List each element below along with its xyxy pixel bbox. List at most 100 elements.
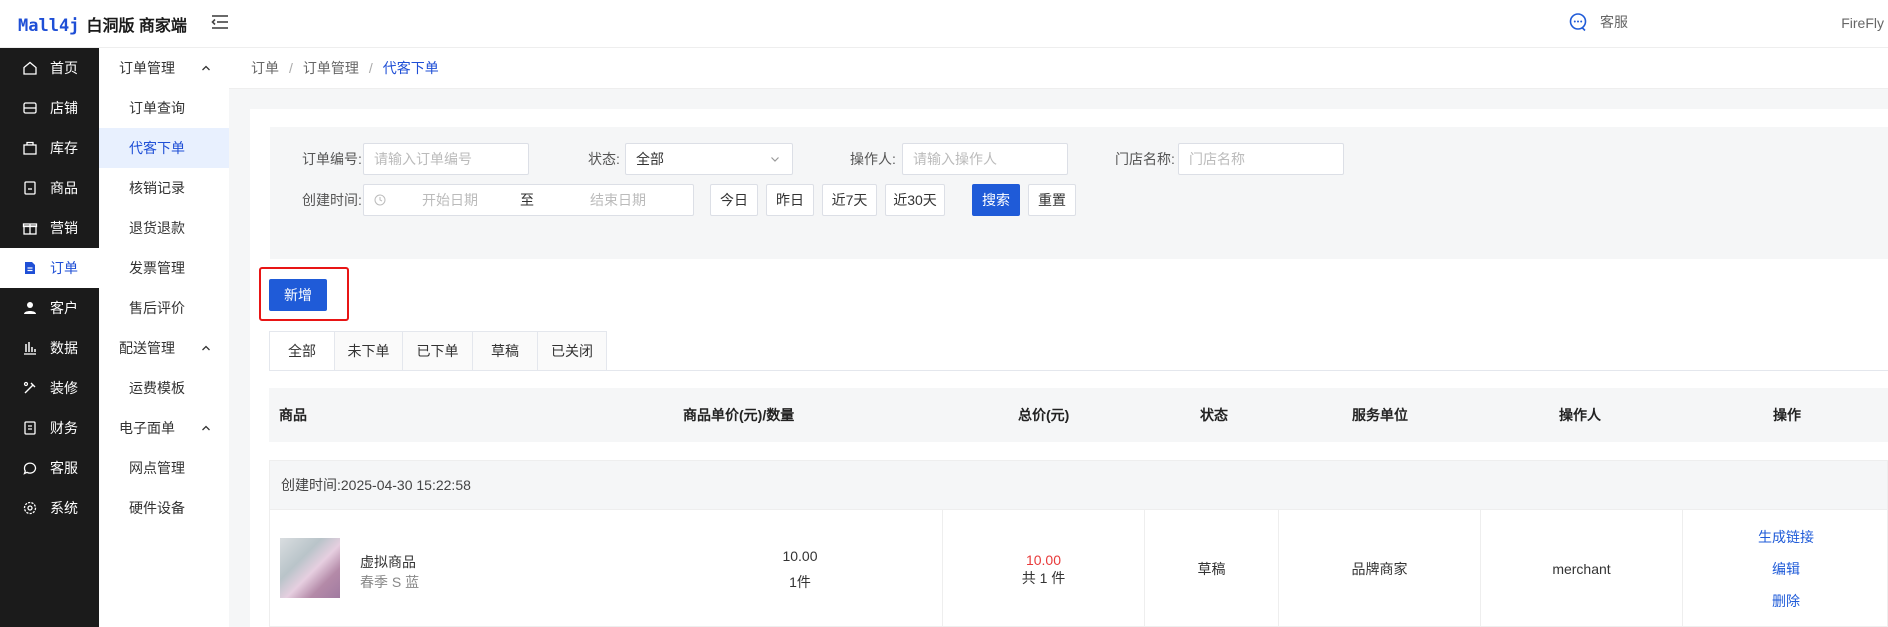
column-header-actions: 操作 xyxy=(1773,407,1801,423)
main-sidebar: 首页 店铺 库存 商品 营销 订单 客户 数据 装修 财务 客服 系统 xyxy=(0,48,99,627)
user-name[interactable]: FireFly xyxy=(1841,15,1884,31)
order-status: 草稿 xyxy=(1197,560,1226,577)
subnav-group-order-management[interactable]: 订单管理 xyxy=(99,48,229,88)
delete-button[interactable]: 删除 xyxy=(1772,585,1800,617)
logo: Mall4j 白洞版 商家端 xyxy=(18,12,187,36)
tab-not-ordered[interactable]: 未下单 xyxy=(335,331,403,371)
date-range-picker[interactable]: 开始日期 至 结束日期 xyxy=(363,184,694,216)
tab-draft[interactable]: 草稿 xyxy=(473,331,538,371)
edit-button[interactable]: 编辑 xyxy=(1772,553,1800,585)
store-icon xyxy=(23,102,37,114)
table-header: 商品 商品单价(元)/数量 总价(元) 状态 服务单位 操作人 操作 xyxy=(269,388,1888,442)
subnav-group-label: 配送管理 xyxy=(119,340,175,356)
sidebar-item-decoration[interactable]: 装修 xyxy=(0,368,99,408)
chevron-up-icon xyxy=(202,345,210,351)
subnav-item-shipping-templates[interactable]: 运费模板 xyxy=(99,368,229,408)
subnav-group-label: 电子面单 xyxy=(119,420,175,436)
store-name-input[interactable]: 门店名称 xyxy=(1178,143,1344,175)
sidebar-item-system[interactable]: 系统 xyxy=(0,488,99,528)
decorate-icon xyxy=(23,381,36,394)
status-select-value: 全部 xyxy=(636,151,664,167)
column-header-operator: 操作人 xyxy=(1559,407,1601,423)
tabs-divider xyxy=(269,370,1888,371)
chart-icon xyxy=(24,342,36,355)
subnav-group-label: 订单管理 xyxy=(119,60,175,76)
unit-price-cell: 10.00 1件 xyxy=(600,510,1000,627)
today-button[interactable]: 今日 xyxy=(710,184,758,216)
order-no-label: 订单编号: xyxy=(302,151,362,167)
reset-button[interactable]: 重置 xyxy=(1028,184,1076,216)
subnav-item-proxy-order[interactable]: 代客下单 xyxy=(99,128,229,168)
column-header-unit-price: 商品单价(元)/数量 xyxy=(683,407,795,423)
operator-label: 操作人: xyxy=(850,151,896,167)
column-header-status: 状态 xyxy=(1200,407,1228,423)
status-label: 状态: xyxy=(588,151,620,167)
sidebar-item-product[interactable]: 商品 xyxy=(0,168,99,208)
product-icon xyxy=(24,181,36,195)
actions-cell: 生成链接 编辑 删除 xyxy=(1682,510,1888,627)
subnav-group-delivery-management[interactable]: 配送管理 xyxy=(99,328,229,368)
status-select[interactable]: 全部 xyxy=(625,143,793,175)
subnav-item-verification-records[interactable]: 核销记录 xyxy=(99,168,229,208)
inventory-icon xyxy=(23,141,37,155)
sidebar-item-data[interactable]: 数据 xyxy=(0,328,99,368)
tab-closed[interactable]: 已关闭 xyxy=(538,331,607,371)
collapse-menu-icon[interactable] xyxy=(210,12,230,32)
last-7-days-button[interactable]: 近7天 xyxy=(822,184,877,216)
user-icon xyxy=(24,302,36,314)
breadcrumb-item[interactable]: 订单管理 xyxy=(303,58,359,78)
breadcrumb-current: 代客下单 xyxy=(382,60,439,76)
operator-input[interactable]: 请输入操作人 xyxy=(902,143,1068,175)
sidebar-item-store[interactable]: 店铺 xyxy=(0,88,99,128)
sidebar-item-service[interactable]: 客服 xyxy=(0,448,99,488)
add-order-button[interactable]: 新增 xyxy=(269,279,327,311)
main-content: 订单编号: 请输入订单编号 状态: 全部 操作人: 请输入操作人 门店名称: 门… xyxy=(250,109,1888,627)
column-header-product: 商品 xyxy=(279,407,307,423)
order-group-header: 创建时间:2025-04-30 15:22:58 xyxy=(269,460,1888,510)
customer-service-link[interactable]: 客服 xyxy=(1568,12,1628,32)
unit-price: 10.00 xyxy=(782,547,818,564)
chevron-down-icon xyxy=(771,157,779,162)
generate-link-button[interactable]: 生成链接 xyxy=(1758,521,1814,553)
search-button[interactable]: 搜索 xyxy=(972,184,1020,216)
sidebar-item-label: 数据 xyxy=(50,340,78,356)
sidebar-item-marketing[interactable]: 营销 xyxy=(0,208,99,248)
chevron-up-icon xyxy=(202,65,210,71)
sidebar-item-label: 客户 xyxy=(50,300,78,316)
tab-all[interactable]: 全部 xyxy=(269,331,335,371)
sidebar-item-order[interactable]: 订单 xyxy=(0,248,99,288)
subnav-item-invoice-management[interactable]: 发票管理 xyxy=(99,248,229,288)
service-unit-cell: 品牌商家 xyxy=(1278,510,1480,627)
product-name: 虚拟商品 xyxy=(360,554,416,570)
order-no-input[interactable]: 请输入订单编号 xyxy=(363,143,529,175)
total-cell: 10.00 共 1 件 xyxy=(942,510,1144,627)
end-date-input[interactable]: 结束日期 xyxy=(590,190,646,210)
store-name-label: 门店名称: xyxy=(1115,151,1175,167)
subnav-item-after-sales-reviews[interactable]: 售后评价 xyxy=(99,288,229,328)
subnav-item-returns-refunds[interactable]: 退货退款 xyxy=(99,208,229,248)
sidebar-item-customer[interactable]: 客户 xyxy=(0,288,99,328)
sidebar-item-label: 系统 xyxy=(50,500,78,516)
subnav-group-electronic-waybill[interactable]: 电子面单 xyxy=(99,408,229,448)
breadcrumb-separator: / xyxy=(368,60,373,76)
clock-icon xyxy=(374,194,386,206)
order-created-time: 创建时间:2025-04-30 15:22:58 xyxy=(281,477,471,493)
logo-brand: Mall4j xyxy=(18,16,80,36)
sidebar-item-label: 订单 xyxy=(50,260,78,276)
subnav-item-order-query[interactable]: 订单查询 xyxy=(99,88,229,128)
order-icon xyxy=(25,262,35,274)
product-sku: 春季 S 蓝 xyxy=(360,574,420,590)
sidebar-item-home[interactable]: 首页 xyxy=(0,48,99,88)
chat-icon xyxy=(23,462,37,475)
breadcrumb-item[interactable]: 订单 xyxy=(251,58,279,78)
start-date-input[interactable]: 开始日期 xyxy=(422,190,520,210)
sidebar-item-finance[interactable]: 财务 xyxy=(0,408,99,448)
tab-ordered[interactable]: 已下单 xyxy=(403,331,473,371)
subnav-item-hardware-devices[interactable]: 硬件设备 xyxy=(99,488,229,528)
sidebar-item-inventory[interactable]: 库存 xyxy=(0,128,99,168)
last-30-days-button[interactable]: 近30天 xyxy=(885,184,945,216)
total-count: 共 1 件 xyxy=(1021,569,1066,586)
operator: merchant xyxy=(1552,560,1611,577)
yesterday-button[interactable]: 昨日 xyxy=(766,184,814,216)
subnav-item-outlet-management[interactable]: 网点管理 xyxy=(99,448,229,488)
